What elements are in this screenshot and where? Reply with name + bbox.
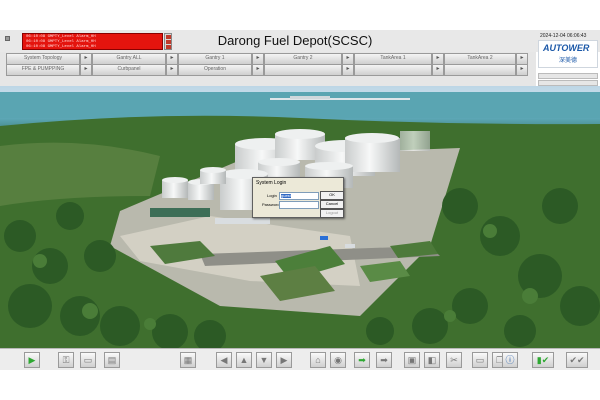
house-icon[interactable]: ⌂ xyxy=(310,352,326,368)
logout-button[interactable]: Logout xyxy=(320,209,344,218)
nav-arrow-icon[interactable]: ▸ xyxy=(342,64,354,76)
gantry-canopy xyxy=(150,208,210,217)
logo-brand: AUTOWER xyxy=(543,43,590,53)
play-icon[interactable]: ▶ xyxy=(24,352,40,368)
truck xyxy=(320,236,328,240)
status-field xyxy=(538,73,598,79)
page-title: Darong Fuel Depot(SCSC) xyxy=(217,33,373,48)
chart-check-icon[interactable]: ▮✔ xyxy=(532,352,554,368)
alarm-list[interactable]: 06:10:08 GMPTY_Level Alarm_HH 06:10:08 G… xyxy=(22,33,163,50)
nav-arrow-icon[interactable]: ▸ xyxy=(252,64,264,76)
login-label: Login xyxy=(267,193,277,198)
tag-icon[interactable]: ◧ xyxy=(424,352,440,368)
info-icon[interactable]: ⓘ xyxy=(502,352,518,368)
page-icon[interactable]: ▭ xyxy=(80,352,96,368)
alarm-line-3: 06:10:08 GMPTY_Level Alarm_HH xyxy=(26,45,96,49)
login-input[interactable]: guest xyxy=(279,192,319,200)
company-logo: AUTOWER 深美德 xyxy=(538,40,598,68)
gantry-roof xyxy=(215,218,270,224)
forward-icon[interactable]: ➡ xyxy=(376,352,392,368)
nav-fpe-pumpping[interactable]: FPE & PUMPPING xyxy=(6,64,80,76)
tools-icon[interactable]: ✂ xyxy=(446,352,462,368)
alarm-scroll[interactable] xyxy=(164,33,172,50)
logo-sub: 深美德 xyxy=(559,58,578,64)
arrow-up-icon[interactable]: ▲ xyxy=(236,352,252,368)
nav-empty-2[interactable] xyxy=(354,64,432,76)
arrow-right-icon[interactable]: ▶ xyxy=(276,352,292,368)
cancel-button[interactable]: Cancel xyxy=(320,200,344,209)
check-icon[interactable]: ✔✔ xyxy=(566,352,588,368)
print-icon[interactable]: ▤ xyxy=(104,352,120,368)
arrow-left-icon[interactable]: ◀ xyxy=(216,352,232,368)
nav-arrow-icon[interactable]: ▸ xyxy=(166,64,178,76)
nav-curbpanel[interactable]: Curbpanel xyxy=(92,64,166,76)
tank-icon[interactable]: ◉ xyxy=(330,352,346,368)
login-dialog[interactable]: System Login Login guest Password OK Can… xyxy=(252,177,344,218)
ok-button[interactable]: OK xyxy=(320,191,344,200)
alarm-line-1: 06:10:08 GMPTY_Level Alarm_HH xyxy=(26,35,96,39)
screen-icon[interactable]: ▭ xyxy=(472,352,488,368)
navigation-bar: System Topology ▸ Gantry ALL ▸ Gantry 1 … xyxy=(0,52,536,86)
grid-icon[interactable]: ▦ xyxy=(180,352,196,368)
key-icon[interactable]: ⚿ xyxy=(58,352,74,368)
sea xyxy=(0,92,600,118)
layers-icon[interactable]: ▣ xyxy=(404,352,420,368)
alarm-ack-icon xyxy=(166,40,171,44)
dialog-title: System Login xyxy=(256,180,287,186)
alarm-ack-icon xyxy=(166,35,171,39)
nav-empty-3[interactable] xyxy=(444,64,516,76)
depot-3d-view[interactable]: System Login Login guest Password OK Can… xyxy=(0,86,600,348)
nav-arrow-icon[interactable]: ▸ xyxy=(80,64,92,76)
password-input[interactable] xyxy=(279,201,319,209)
login-input-value: guest xyxy=(281,193,291,198)
nav-empty-1[interactable] xyxy=(264,64,342,76)
alarm-ack-icon xyxy=(166,45,171,49)
alarm-line-2: 06:10:08 GMPTY_Level Alarm_HH xyxy=(26,40,96,44)
nav-arrow-icon[interactable]: ▸ xyxy=(516,64,528,76)
password-label: Password xyxy=(262,202,280,207)
jetty-head xyxy=(290,96,330,99)
nav-operation[interactable]: Operation xyxy=(178,64,252,76)
nav-arrow-icon[interactable]: ▸ xyxy=(432,64,444,76)
window-icon xyxy=(5,36,10,41)
arrow-down-icon[interactable]: ▼ xyxy=(256,352,272,368)
bottom-toolbar: ▶ ⚿ ▭ ▤ ▦ ◀ ▲ ▼ ▶ ⌂ ◉ ➡ ➡ ▣ ◧ ✂ ▭ ❐ ⓘ ▮✔… xyxy=(0,348,600,370)
datetime: 2024-12-04 06:06:43 xyxy=(540,33,587,39)
status-panel xyxy=(538,70,598,86)
truck xyxy=(345,244,355,248)
forward-green-icon[interactable]: ➡ xyxy=(354,352,370,368)
